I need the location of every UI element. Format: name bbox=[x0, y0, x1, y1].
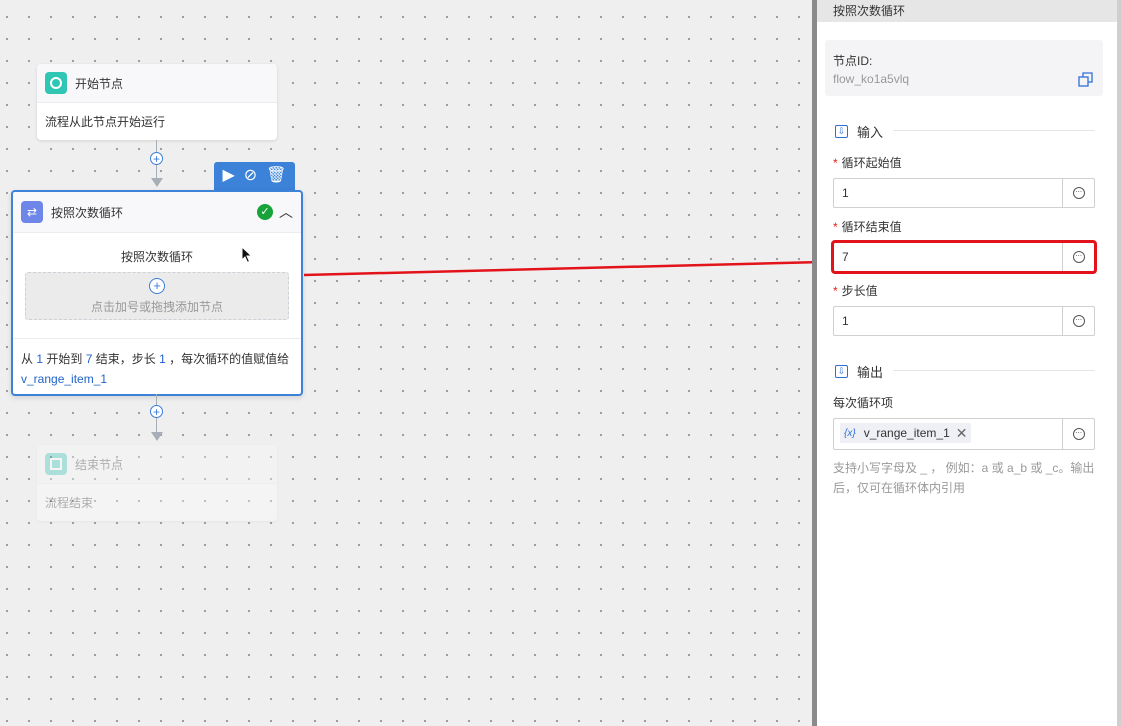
delete-icon[interactable]: 🗑 bbox=[266, 168, 286, 184]
panel-scrollbar[interactable] bbox=[1117, 0, 1121, 726]
arrow-down-icon bbox=[151, 432, 163, 441]
run-icon[interactable]: ▶ bbox=[222, 168, 234, 184]
loop-dropzone[interactable]: + 点击加号或拖拽添加节点 bbox=[25, 272, 289, 320]
start-value-input[interactable]: 1 ··· bbox=[833, 178, 1095, 208]
disable-icon[interactable]: ⊘ bbox=[244, 168, 257, 184]
step-value-more-button[interactable]: ··· bbox=[1062, 307, 1094, 335]
end-value-input-value[interactable]: 7 bbox=[834, 243, 1062, 271]
add-child-plus-icon[interactable]: + bbox=[149, 277, 165, 294]
flow-canvas[interactable]: 开始节点 流程从此节点开始运行 + ▶ ⊘ 🗑 ⇄ 按照次数循环 ✓ ︿ 按照次… bbox=[0, 0, 812, 726]
more-dots-icon: ··· bbox=[1072, 315, 1085, 327]
section-divider bbox=[893, 370, 1095, 371]
summary-text: 开始到 bbox=[43, 352, 86, 366]
more-dots-icon: ··· bbox=[1072, 251, 1085, 263]
loop-node-title: 按照次数循环 bbox=[51, 205, 124, 220]
summary-text: 从 bbox=[21, 352, 37, 366]
node-id-label: 节点ID: bbox=[833, 54, 873, 68]
start-node-header: 开始节点 bbox=[37, 64, 277, 103]
end-value-label: * 循环结束值 bbox=[833, 220, 902, 234]
node-id-box: 节点ID: flow_ko1a5vlq bbox=[825, 40, 1103, 96]
start-node-title: 开始节点 bbox=[75, 76, 124, 91]
end-node-desc: 流程结束 bbox=[45, 496, 94, 510]
end-value-label-text: 循环结束值 bbox=[841, 220, 902, 234]
output-more-button[interactable]: ··· bbox=[1062, 419, 1094, 449]
input-section-label: 输入 bbox=[857, 125, 884, 140]
output-var-tag-text: v_range_item_1 bbox=[863, 426, 950, 440]
loop-inner-title: 按照次数循环 bbox=[120, 250, 193, 264]
remove-tag-icon[interactable]: ✕ bbox=[956, 425, 968, 442]
end-node-title: 结束节点 bbox=[75, 457, 124, 472]
end-value-input[interactable]: 7 ··· bbox=[833, 242, 1095, 272]
step-value-input[interactable]: 1 ··· bbox=[833, 306, 1095, 336]
node-toolbar: ▶ ⊘ 🗑 bbox=[214, 162, 295, 190]
end-node-icon bbox=[45, 453, 67, 475]
hint-line: 后，仅可在循环体内引用 bbox=[833, 481, 966, 495]
start-node-icon bbox=[45, 72, 67, 94]
input-section-icon: ⇩ bbox=[835, 125, 848, 138]
summary-var: v_range_item_1 bbox=[21, 372, 108, 386]
loop-icon: ⇄ bbox=[21, 201, 43, 223]
output-section-icon: ⇩ bbox=[835, 365, 848, 378]
summary-text: 结束，步长 bbox=[92, 352, 160, 366]
more-dots-icon: ··· bbox=[1072, 187, 1085, 199]
output-section-label: 输出 bbox=[857, 365, 884, 380]
summary-text: ，每次循环的值赋值给 bbox=[165, 352, 290, 366]
end-node-header: 结束节点 bbox=[37, 445, 277, 484]
step-value-label: * 步长值 bbox=[833, 284, 878, 298]
chevron-up-icon[interactable]: ︿ bbox=[279, 202, 293, 222]
arrow-down-icon bbox=[151, 178, 163, 187]
end-node[interactable]: 结束节点 流程结束 bbox=[37, 445, 277, 521]
output-label: 每次循环项 bbox=[833, 396, 894, 410]
output-hint: 支持小写字母及 _ ， 例如：a 或 a_b 或 _c。输出 后，仅可在循环体内… bbox=[833, 458, 1101, 498]
output-var-tag[interactable]: {x} v_range_item_1 ✕ bbox=[840, 423, 972, 443]
node-id-value: flow_ko1a5vlq bbox=[833, 72, 910, 86]
start-value-label-text: 循环起始值 bbox=[841, 156, 902, 170]
output-section-title: ⇩ 输出 bbox=[835, 362, 883, 381]
start-value-label: * 循环起始值 bbox=[833, 156, 902, 170]
start-node-desc: 流程从此节点开始运行 bbox=[45, 115, 166, 129]
loop-node[interactable]: ⇄ 按照次数循环 ✓ ︿ 按照次数循环 + 点击加号或拖拽添加节点 从 1 开始… bbox=[11, 190, 303, 396]
add-node-plus-icon[interactable]: + bbox=[150, 152, 163, 165]
variable-icon: {x} bbox=[844, 427, 856, 439]
mouse-cursor-icon bbox=[241, 246, 253, 264]
start-value-input-value[interactable]: 1 bbox=[834, 179, 1062, 207]
output-var-input[interactable]: {x} v_range_item_1 ✕ ··· bbox=[833, 418, 1095, 450]
check-circle-icon: ✓ bbox=[257, 204, 273, 220]
section-divider bbox=[893, 130, 1095, 131]
loop-summary: 从 1 开始到 7 结束，步长 1 ，每次循环的值赋值给 v_range_ite… bbox=[13, 338, 301, 389]
end-value-more-button[interactable]: ··· bbox=[1062, 243, 1094, 271]
start-value-more-button[interactable]: ··· bbox=[1062, 179, 1094, 207]
hint-line: 支持小写字母及 _ ， 例如：a 或 a_b 或 _c。输出 bbox=[833, 461, 1095, 475]
properties-panel: 按照次数循环 节点ID: flow_ko1a5vlq ⇩ 输入 * 循环起始值 1… bbox=[817, 0, 1117, 726]
panel-title: 按照次数循环 bbox=[817, 0, 1117, 22]
copy-icon[interactable] bbox=[1078, 72, 1093, 87]
dropzone-text: 点击加号或拖拽添加节点 bbox=[90, 299, 223, 314]
loop-node-header: ⇄ 按照次数循环 ✓ ︿ bbox=[13, 192, 301, 233]
input-section-title: ⇩ 输入 bbox=[835, 122, 883, 141]
start-node[interactable]: 开始节点 流程从此节点开始运行 bbox=[37, 64, 277, 140]
summary-step: 1 bbox=[159, 352, 166, 366]
step-value-input-value[interactable]: 1 bbox=[834, 307, 1062, 335]
step-value-label-text: 步长值 bbox=[841, 284, 878, 298]
add-node-plus-icon[interactable]: + bbox=[150, 405, 163, 418]
more-dots-icon: ··· bbox=[1072, 428, 1085, 440]
